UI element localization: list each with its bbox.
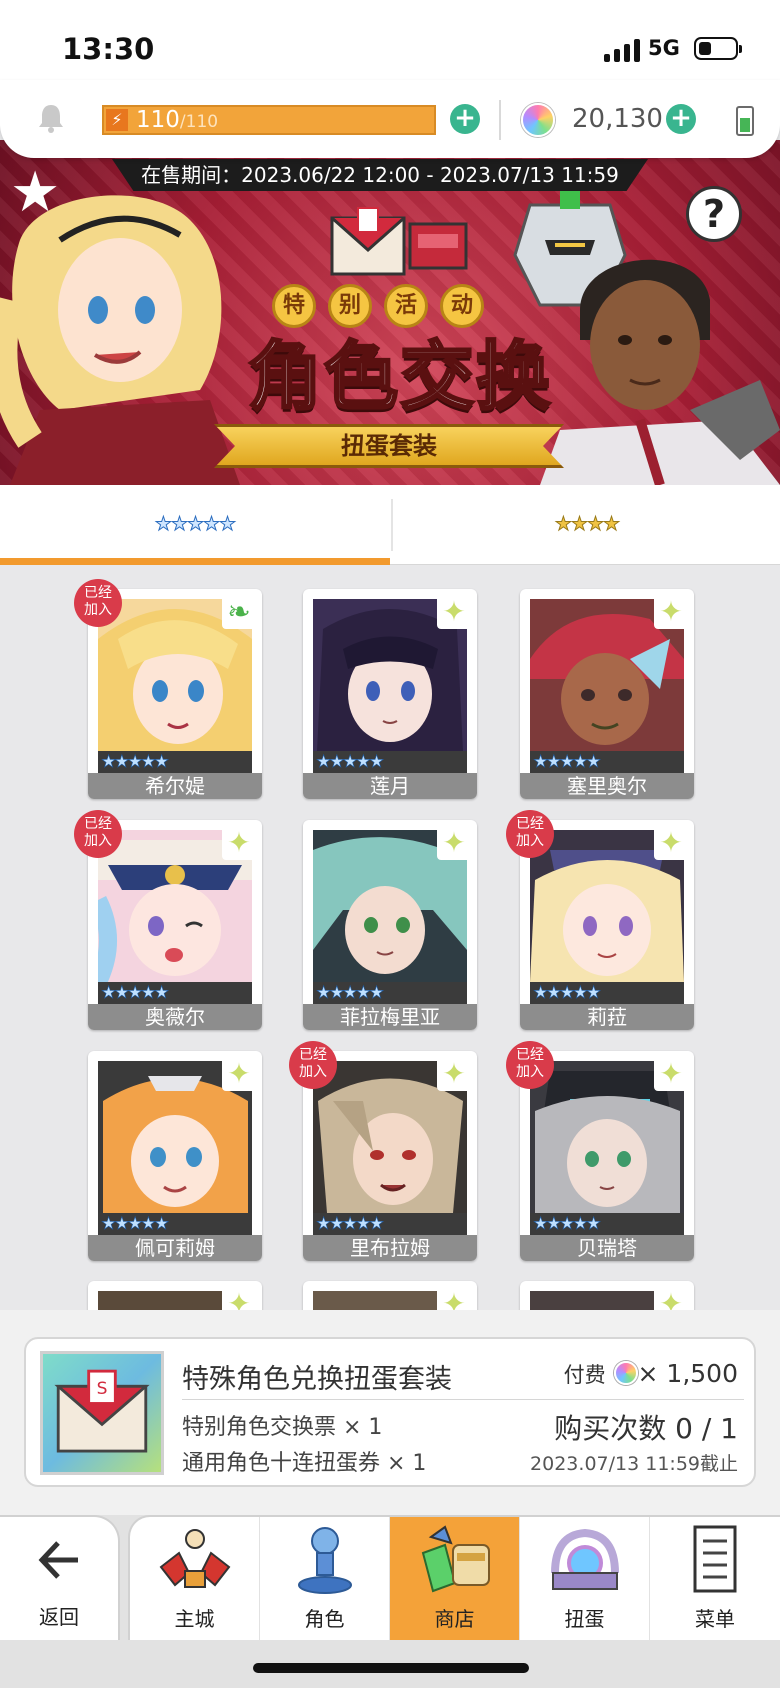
rarity-tabs: ★★★★★ ★★★★: [0, 485, 780, 565]
character-name: 里布拉姆: [303, 1235, 477, 1261]
back-label: 返回: [39, 1605, 79, 1629]
character-card[interactable]: ✦ ★★★★★ 莲月: [303, 589, 477, 799]
character-icon: [298, 1527, 352, 1594]
gem-count: 20,130: [572, 104, 663, 134]
home-indicator[interactable]: [253, 1663, 529, 1673]
divider: [499, 100, 501, 140]
character-card[interactable]: ✦: [303, 1281, 477, 1310]
nav-item-gacha[interactable]: 扭蛋: [520, 1517, 650, 1640]
sparkle-icon: ✦: [654, 1287, 688, 1310]
sale-period: 在售期间：2023.06/22 12:00 - 2023.07/13 11:59: [112, 159, 648, 191]
sparkle-icon: ✦: [654, 826, 688, 860]
character-name: 奥薇尔: [88, 1004, 262, 1030]
joined-badge: 已经 加入: [74, 579, 122, 627]
network-type: 5G: [648, 36, 680, 60]
back-arrow-icon: [38, 1541, 78, 1579]
product-price: 付费 × 1,500: [563, 1359, 738, 1388]
stamina-bar: ⚡ 110/110: [102, 105, 436, 135]
product-panel: S 特殊角色兑换扭蛋套装 特别角色交换票 × 1 通用角色十连扭蛋券 × 1 付…: [0, 1310, 780, 1515]
product-item: 特别角色交换票 × 1: [182, 1415, 383, 1440]
character-name: 佩可莉姆: [88, 1235, 262, 1261]
sparkle-icon: ✦: [222, 1057, 256, 1091]
gem-icon: [521, 103, 555, 137]
app-screen: 13:30 5G ⚡ 110/110 + 20,130 + ★ 在售期间：202…: [0, 0, 780, 1688]
add-stamina-button[interactable]: +: [450, 104, 480, 134]
stamina-value: 110/110: [136, 107, 219, 133]
character-card[interactable]: ✦: [520, 1281, 694, 1310]
sparkle-icon: ✦: [437, 1057, 471, 1091]
add-gems-button[interactable]: +: [666, 104, 696, 134]
character-name: 希尔媞: [88, 773, 262, 799]
lightning-icon: ⚡: [106, 109, 128, 131]
purchase-deadline: 2023.07/13 11:59截止: [530, 1453, 738, 1475]
sparkle-icon: ✦: [437, 826, 471, 860]
banner-title: 角色交换: [247, 333, 552, 422]
character-name: 塞里奥尔: [520, 773, 694, 799]
battery-icon: [694, 37, 742, 60]
sparkle-icon: ✦: [654, 1057, 688, 1091]
product-card[interactable]: S 特殊角色兑换扭蛋套装 特别角色交换票 × 1 通用角色十连扭蛋券 × 1 付…: [24, 1337, 756, 1487]
joined-badge: 已经 加入: [506, 1041, 554, 1089]
device-battery-icon: [736, 106, 754, 136]
sparkle-icon: ✦: [222, 1287, 256, 1310]
character-card[interactable]: ✦ ★★★★★ 佩可莉姆: [88, 1051, 262, 1261]
help-button[interactable]: ?: [686, 186, 742, 242]
svg-text:S: S: [97, 1379, 108, 1399]
joined-badge: 已经 加入: [506, 810, 554, 858]
tab-5-star[interactable]: ★★★★★: [0, 485, 390, 565]
character-card[interactable]: ✦ ★★★★★ 里布拉姆 已经 加入: [289, 1041, 477, 1261]
signal-icon: [604, 38, 640, 62]
event-banner: ★ 在售期间：2023.06/22 12:00 - 2023.07/13 11:…: [0, 140, 780, 485]
ticket-icon: [330, 207, 468, 276]
character-card[interactable]: ✦ ★★★★★ 莉菈 已经 加入: [506, 810, 694, 1030]
product-title: 特殊角色兑换扭蛋套装: [182, 1364, 452, 1395]
joined-badge: 已经 加入: [74, 810, 122, 858]
character-name: 菲拉梅里亚: [303, 1004, 477, 1030]
shop-icon: [421, 1525, 490, 1593]
character-card[interactable]: ✦ ★★★★★ 塞里奥尔: [520, 589, 694, 799]
character-card[interactable]: ✦ ★★★★★ 贝瑞塔 已经 加入: [506, 1041, 694, 1261]
sparkle-icon: ✦: [654, 595, 688, 629]
product-separator: [182, 1399, 744, 1400]
character-card[interactable]: ✦ ★★★★★ 奥薇尔 已经 加入: [74, 810, 262, 1030]
nav-item-home[interactable]: 主城: [130, 1517, 260, 1640]
gacha-icon: [551, 1528, 619, 1590]
castle-icon: [159, 1529, 231, 1588]
character-card[interactable]: ✦: [88, 1281, 262, 1310]
event-tag: 特别活动: [272, 284, 522, 328]
back-button[interactable]: 返回: [0, 1515, 120, 1640]
bottom-navigation: 返回 主城 角色 商店 扭蛋 菜单: [0, 1515, 780, 1688]
character-name: 贝瑞塔: [520, 1235, 694, 1261]
character-name: 莲月: [303, 773, 477, 799]
character-card[interactable]: ❧ ★★★★★ 希尔媞 已经 加入: [74, 579, 262, 799]
leaf-icon: ❧: [222, 595, 256, 629]
menu-icon: [693, 1525, 737, 1593]
nav-item-characters[interactable]: 角色: [260, 1517, 390, 1640]
bell-icon[interactable]: [36, 102, 66, 134]
sparkle-icon: ✦: [222, 826, 256, 860]
nav-bar: 主城 角色 商店 扭蛋 菜单: [128, 1515, 780, 1640]
character-name: 莉菈: [520, 1004, 694, 1030]
joined-badge: 已经 加入: [289, 1041, 337, 1089]
character-card[interactable]: ✦ ★★★★★ 菲拉梅里亚: [303, 820, 477, 1030]
nav-item-shop[interactable]: 商店: [390, 1517, 520, 1640]
character-grid: ❧ ★★★★★ 希尔媞 已经 加入 ✦ ★★★★★ 莲月 ✦ ★★★★★ 塞里奥尔: [0, 565, 780, 1310]
sparkle-icon: ✦: [437, 1287, 471, 1310]
purchase-count: 购买次数 0 / 1: [554, 1412, 738, 1445]
status-time: 13:30: [62, 32, 155, 66]
product-item: 通用角色十连扭蛋券 × 1: [182, 1451, 427, 1476]
gacha-set-icon: S: [40, 1351, 164, 1475]
status-bar: 13:30 5G: [0, 0, 780, 80]
resource-bar: ⚡ 110/110 + 20,130 +: [0, 80, 780, 158]
nav-item-menu[interactable]: 菜单: [650, 1517, 780, 1640]
tab-4-star[interactable]: ★★★★: [392, 485, 780, 565]
banner-subtitle: 扭蛋套装: [214, 424, 564, 468]
sparkle-icon: ✦: [437, 595, 471, 629]
gem-icon: [613, 1361, 638, 1385]
